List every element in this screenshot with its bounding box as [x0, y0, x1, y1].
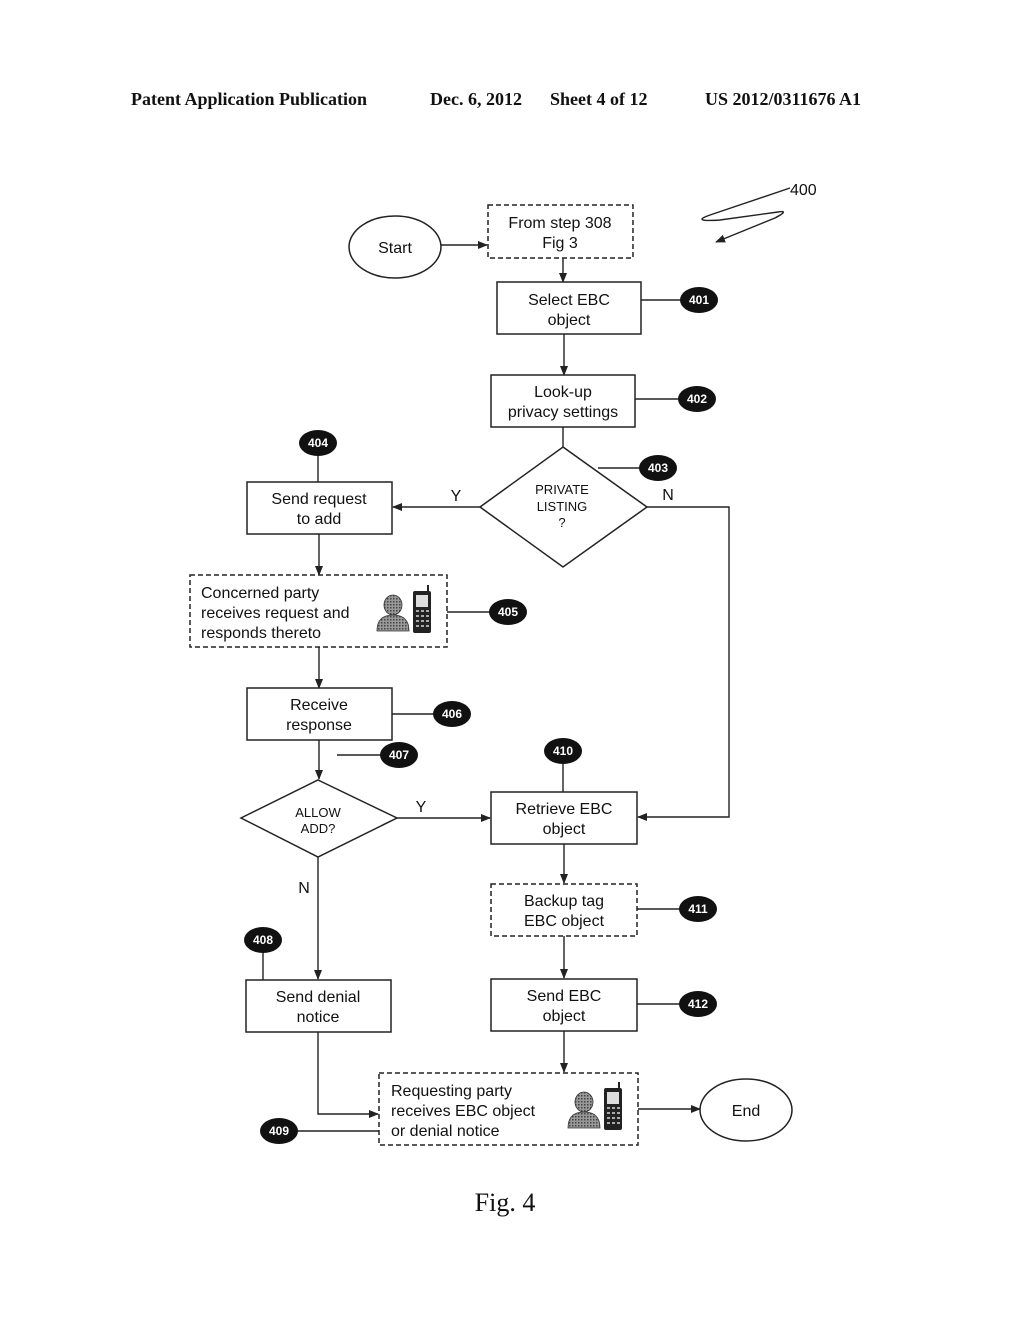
- badge-402-text: 402: [687, 392, 707, 406]
- decision-407-allow-add: ALLOW ADD?: [239, 779, 399, 858]
- step-406-receive-response: Receive response: [246, 687, 393, 741]
- reference-arrow: [701, 187, 791, 243]
- step-405-line3: responds thereto: [201, 625, 321, 642]
- end-terminal: End: [699, 1078, 793, 1142]
- step-410-line2: object: [543, 821, 586, 838]
- step-404-line1: Send request: [271, 491, 367, 508]
- step-401-line2: object: [548, 312, 591, 329]
- label-allow-no: N: [298, 880, 310, 897]
- step-412-line2: object: [543, 1008, 586, 1025]
- badge-404: 404: [299, 430, 337, 456]
- step-401-select-ebc: Select EBC object: [496, 281, 642, 335]
- step-409-requesting-party: Requesting party receives EBC object or …: [378, 1072, 639, 1146]
- step-408-line1: Send denial: [276, 989, 361, 1006]
- step-401-line1: Select EBC: [528, 292, 610, 309]
- badge-405-text: 405: [498, 605, 518, 619]
- step-411-line2: EBC object: [524, 913, 605, 930]
- badge-409: 409: [260, 1118, 298, 1144]
- step-404-line2: to add: [297, 511, 341, 528]
- step-405-concerned-party: Concerned party receives request and res…: [189, 574, 448, 648]
- step-409-line2: receives EBC object: [391, 1103, 536, 1120]
- badge-410: 410: [544, 738, 582, 764]
- decision-407-line2: ADD?: [301, 821, 336, 836]
- step-411-backup-tag: Backup tag EBC object: [490, 883, 638, 937]
- step-402-line2: privacy settings: [508, 404, 618, 421]
- edge-408-409: [317, 1032, 379, 1118]
- badge-406: 406: [433, 701, 471, 727]
- badge-403: 403: [639, 455, 677, 481]
- badge-411: 411: [679, 896, 717, 922]
- figure-caption: Fig. 4: [475, 1188, 536, 1217]
- step-402-line1: Look-up: [534, 384, 592, 401]
- decision-403-private-listing: PRIVATE LISTING ?: [478, 446, 649, 568]
- badge-412-text: 412: [688, 997, 708, 1011]
- step-404-send-request: Send request to add: [246, 481, 393, 535]
- reference-number: 400: [790, 182, 817, 199]
- badge-408-text: 408: [253, 933, 273, 947]
- step-410-retrieve-ebc: Retrieve EBC object: [490, 791, 638, 845]
- step-410-line1: Retrieve EBC: [516, 801, 613, 818]
- decision-407-line1: ALLOW: [295, 805, 341, 820]
- start-terminal: Start: [348, 215, 442, 279]
- step-411-line1: Backup tag: [524, 893, 604, 910]
- badge-411-text: 411: [688, 902, 708, 916]
- step-408-send-denial: Send denial notice: [245, 979, 392, 1033]
- from-step-connector: From step 308 Fig 3: [487, 204, 634, 259]
- step-405-line1: Concerned party: [201, 585, 319, 602]
- badge-410-text: 410: [553, 744, 573, 758]
- badge-409-text: 409: [269, 1124, 289, 1138]
- badge-402: 402: [678, 386, 716, 412]
- step-409-line3: or denial notice: [391, 1123, 500, 1140]
- step-406-line2: response: [286, 717, 352, 734]
- step-405-line2: receives request and: [201, 605, 350, 622]
- edge-403-no: [637, 506, 730, 821]
- step-402-lookup-privacy: Look-up privacy settings: [490, 374, 636, 428]
- step-408-line2: notice: [297, 1009, 340, 1026]
- figure-reference: 400: [701, 182, 817, 243]
- badge-405: 405: [489, 599, 527, 625]
- from-step-line2: Fig 3: [542, 235, 578, 252]
- label-private-no: N: [662, 487, 674, 504]
- badge-404-text: 404: [308, 436, 328, 450]
- decision-403-line3: ?: [558, 515, 565, 530]
- decision-403-line2: LISTING: [537, 499, 588, 514]
- badge-408: 408: [244, 927, 282, 953]
- end-label: End: [732, 1103, 760, 1120]
- label-allow-yes: Y: [416, 799, 427, 816]
- badge-412: 412: [679, 991, 717, 1017]
- badge-407-text: 407: [389, 748, 409, 762]
- flowchart: 400 Start From step 308 Fig 3 Select EBC…: [189, 182, 817, 1217]
- step-412-send-ebc: Send EBC object: [490, 978, 638, 1032]
- from-step-line1: From step 308: [508, 215, 611, 232]
- decision-403-line1: PRIVATE: [535, 482, 589, 497]
- badge-407: 407: [380, 742, 418, 768]
- badge-406-text: 406: [442, 707, 462, 721]
- step-409-line1: Requesting party: [391, 1083, 512, 1100]
- start-label: Start: [378, 240, 412, 257]
- badge-401: 401: [680, 287, 718, 313]
- step-406-line1: Receive: [290, 697, 348, 714]
- badge-403-text: 403: [648, 461, 668, 475]
- step-412-line1: Send EBC: [527, 988, 602, 1005]
- label-private-yes: Y: [451, 488, 462, 505]
- badge-401-text: 401: [689, 293, 709, 307]
